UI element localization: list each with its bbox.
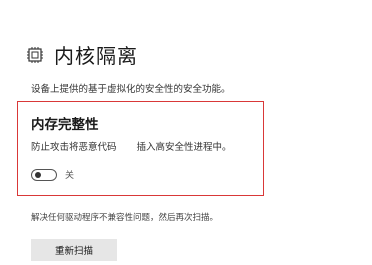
memory-integrity-title: 内存完整性 (31, 117, 99, 133)
rescan-button[interactable]: 重新扫描 (31, 239, 117, 261)
memory-integrity-desc-part1: 防止攻击将恶意代码 (31, 142, 117, 153)
memory-integrity-desc-part2: 插入高安全性进程中。 (136, 142, 232, 153)
kernel-isolation-page: 内核隔离 设备上提供的基于虚拟化的安全性的安全功能。 内存完整性 防止攻击将恶意… (0, 0, 372, 265)
memory-integrity-toggle-row: 关 (31, 168, 74, 181)
page-header: 内核隔离 (26, 40, 138, 69)
incompatibility-note: 解决任何驱动程序不兼容性问题，然后再次扫描。 (31, 213, 219, 223)
toggle-knob (35, 171, 41, 178)
memory-integrity-toggle[interactable] (31, 168, 57, 181)
page-title: 内核隔离 (54, 44, 138, 68)
toggle-state-label: 关 (65, 171, 75, 181)
page-description: 设备上提供的基于虚拟化的安全性的安全功能。 (31, 84, 231, 95)
memory-integrity-description: 防止攻击将恶意代码 插入高安全性进程中。 (31, 139, 232, 153)
chip-icon (26, 46, 44, 64)
